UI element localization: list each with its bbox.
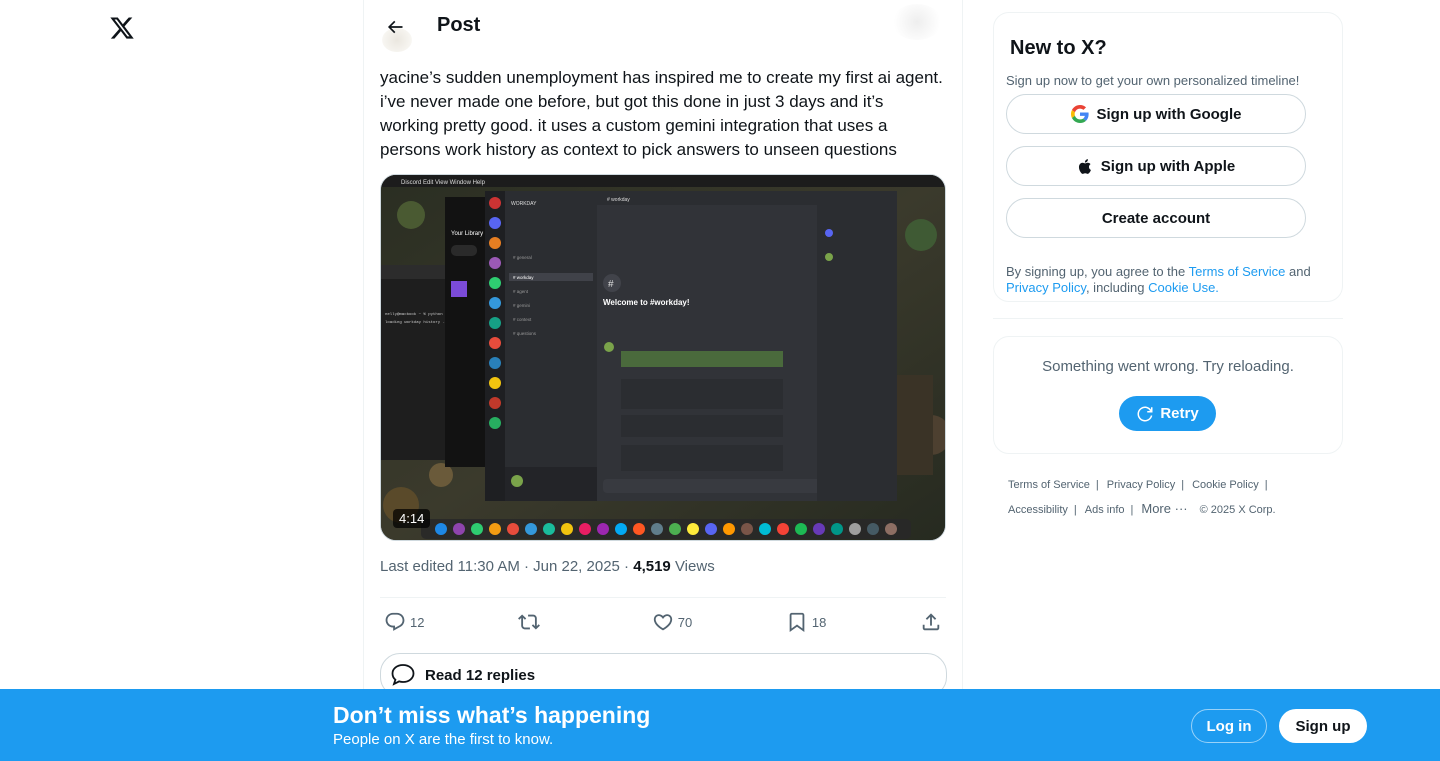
footer-links: Terms of Service | Privacy Policy | Cookie P…	[1008, 479, 1276, 516]
footer-terms-link[interactable]: Terms of Service	[1008, 479, 1090, 491]
back-button[interactable]	[378, 10, 412, 44]
share-icon	[922, 613, 940, 631]
error-card: Something went wrong. Try reloading. Ret…	[993, 336, 1343, 454]
signup-card-subtitle: Sign up now to get your own personalized…	[1006, 73, 1300, 88]
retry-button[interactable]: Retry	[1119, 396, 1216, 431]
like-button[interactable]: 70	[652, 611, 692, 633]
refresh-icon	[1137, 406, 1153, 421]
arrow-left-icon	[387, 20, 403, 34]
error-message: Something went wrong. Try reloading.	[1042, 358, 1294, 375]
banner-title: Don’t miss what’s happening	[333, 702, 651, 728]
views-label: Views	[670, 558, 715, 575]
bookmark-icon	[789, 612, 805, 633]
reply-count: 12	[410, 614, 425, 630]
edited-timestamp[interactable]: Last edited 11:30 AM · Jun 22, 2025 ·	[380, 558, 633, 575]
read-replies-label: Read 12 replies	[425, 666, 536, 684]
create-account-label: Create account	[1101, 209, 1211, 227]
header-ghost-right	[892, 4, 942, 40]
signup-google-button[interactable]: Sign up with Google	[1006, 94, 1306, 134]
svg-text:# agent: # agent	[513, 289, 529, 294]
post-meta: Last edited 11:30 AM · Jun 22, 2025 · 4,…	[380, 558, 715, 575]
bookmark-button[interactable]: 18	[786, 611, 826, 633]
retweet-icon	[518, 614, 541, 630]
footer-accessibility-link[interactable]: Accessibility	[1008, 504, 1068, 516]
svg-text:# workday: # workday	[607, 197, 630, 203]
svg-text:Welcome to #workday!: Welcome to #workday!	[603, 298, 690, 307]
footer-cookie-link[interactable]: Cookie Policy	[1192, 479, 1259, 491]
signup-banner: Don’t miss what’s happening People on X …	[0, 689, 1440, 761]
apple-icon	[1078, 158, 1091, 174]
svg-text:# workday: # workday	[513, 275, 534, 280]
google-icon	[1070, 105, 1089, 123]
page-title: Post	[437, 14, 481, 36]
footer-more-label: More	[1141, 501, 1171, 516]
signup-card-title: New to X?	[1010, 37, 1107, 59]
footer-copyright: © 2025 X Corp.	[1199, 504, 1276, 516]
post-video[interactable]: Discord Edit View Window Help nelly@macb…	[380, 174, 946, 541]
share-button[interactable]	[920, 611, 946, 633]
video-thumbnail: Discord Edit View Window Help nelly@macb…	[381, 175, 945, 540]
svg-text:#: #	[608, 279, 614, 290]
terms-including: , including	[1085, 280, 1149, 295]
login-button[interactable]: Log in	[1191, 709, 1267, 743]
more-dots-icon: ···	[1174, 501, 1188, 516]
svg-text:Discord Edit View Window: Discord Edit View Window Help	[401, 180, 486, 186]
svg-text:# general: # general	[513, 255, 532, 260]
reply-icon	[385, 612, 405, 631]
divider	[993, 318, 1343, 319]
svg-text:# questions: # questions	[513, 331, 537, 336]
signup-apple-button[interactable]: Sign up with Apple	[1006, 146, 1306, 186]
retweet-button[interactable]	[518, 611, 558, 633]
svg-text:# context: # context	[513, 317, 532, 322]
post-actions: 12 70 18	[380, 598, 946, 646]
like-count: 70	[677, 614, 693, 630]
footer-more-button[interactable]: More ···	[1141, 501, 1187, 516]
svg-text:# gemini: # gemini	[513, 303, 530, 308]
banner-subtitle: People on X are the first to know.	[333, 731, 554, 748]
terms-prefix: By signing up, you agree to the	[1006, 264, 1189, 279]
footer-ads-link[interactable]: Ads info	[1085, 504, 1125, 516]
signup-card: New to X? Sign up now to get your own pe…	[993, 12, 1343, 302]
conversation-icon	[391, 664, 415, 686]
svg-text:loading workday history ...: loading workday history ...	[385, 320, 450, 325]
create-account-button[interactable]: Create account	[1006, 198, 1306, 238]
video-duration: 4:14	[393, 509, 431, 528]
signup-google-label: Sign up with Google	[1096, 105, 1242, 123]
left-nav	[0, 0, 363, 761]
retry-label: Retry	[1160, 405, 1199, 422]
signup-apple-label: Sign up with Apple	[1100, 157, 1236, 175]
terms-and: and	[1285, 264, 1311, 279]
x-logo-icon[interactable]	[104, 10, 140, 46]
bookmark-count: 18	[811, 614, 827, 630]
signup-terms: By signing up, you agree to the Terms of…	[1006, 264, 1326, 296]
post-column: Post yacine’s sudden unemployment has in…	[363, 0, 963, 761]
post-text: yacine’s sudden unemployment has inspire…	[380, 68, 943, 159]
reply-button[interactable]: 12	[380, 611, 424, 633]
terms-link[interactable]: Terms of Service	[1189, 264, 1286, 279]
cookie-link[interactable]: Cookie Use.	[1148, 280, 1219, 295]
heart-icon	[653, 614, 672, 631]
views-count: 4,519	[633, 558, 671, 575]
svg-text:Your Library: Your Library	[451, 231, 483, 237]
footer-privacy-link[interactable]: Privacy Policy	[1107, 479, 1175, 491]
signup-button[interactable]: Sign up	[1279, 709, 1367, 743]
privacy-link[interactable]: Privacy Policy	[1006, 280, 1086, 295]
svg-text:WORKDAY: WORKDAY	[511, 201, 537, 207]
post-header: Post	[364, 0, 962, 53]
